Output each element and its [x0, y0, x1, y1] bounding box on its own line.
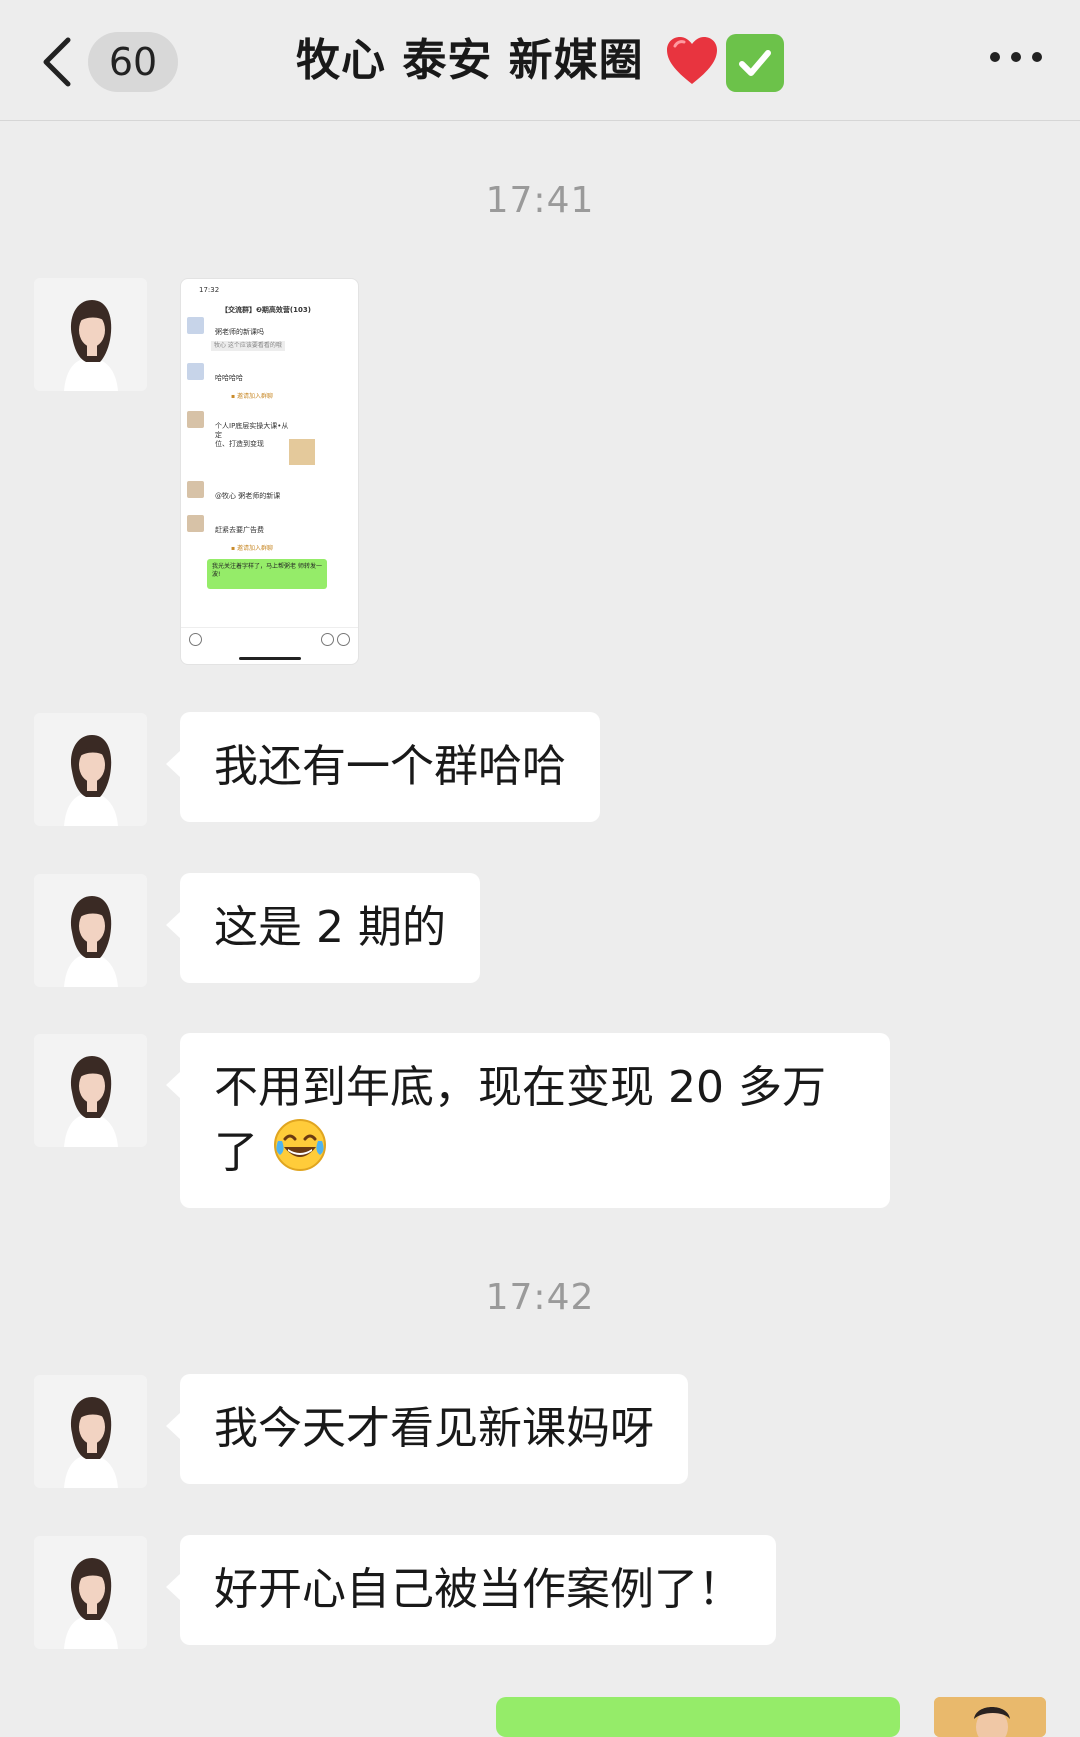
message-text: 我今天才看见新课妈呀 [214, 1403, 654, 1454]
chat-title: 牧心 泰安 新媒圈 [0, 28, 1080, 94]
message-bubble[interactable]: 不用到年底，现在变现 20 多万 了 [166, 1033, 890, 1208]
message-bubble[interactable]: 我还有一个群哈哈 [166, 712, 600, 822]
more-options-icon[interactable] [990, 52, 1042, 62]
message-bubble[interactable]: 这是 2 期的 [166, 873, 480, 983]
avatar[interactable] [34, 278, 147, 391]
thumb-line: 我光关注着字样了，马上帮粥老 [212, 563, 297, 570]
timestamp: 17:41 [485, 180, 595, 221]
message-bubble[interactable]: 我今天才看见新课妈呀 [166, 1374, 688, 1484]
avatar[interactable] [34, 1375, 147, 1488]
message-text-line: 了 [214, 1127, 258, 1178]
message-text: 好开心自己被当作案例了！ [214, 1564, 742, 1615]
message-text-line: 不用到年底，现在变现 20 多万 [214, 1062, 826, 1113]
message-text: 这是 2 期的 [214, 902, 446, 953]
thumb-line: 哈哈哈哈 [211, 371, 247, 386]
thumb-title: 【交流群】❷期高效营(103) [221, 306, 311, 314]
message-text: 我还有一个群哈哈 [214, 741, 566, 792]
avatar[interactable] [34, 874, 147, 987]
thumb-line: 粥老师的新课吗 [211, 325, 268, 340]
thumb-line: 牧心 这个应该要看看的哦 [211, 341, 285, 351]
thumb-line: 个人IP底层实操大课•从定 [215, 422, 289, 439]
message-bubble[interactable]: 好开心自己被当作案例了！ [166, 1535, 776, 1645]
chat-header: 60 牧心 泰安 新媒圈 [0, 0, 1080, 121]
my-avatar[interactable] [934, 1697, 1046, 1737]
green-check-icon [725, 34, 784, 92]
avatar[interactable] [34, 1536, 147, 1649]
timestamp: 17:42 [485, 1277, 595, 1318]
tears-of-joy-emoji-icon [274, 1119, 326, 1171]
chat-title-text: 牧心 泰安 新媒圈 [296, 35, 644, 86]
thumb-line: @牧心 粥老师的新课 [211, 489, 285, 504]
thumb-line: 位、打造到变现 [215, 440, 264, 448]
thumb-time: 17:32 [199, 286, 220, 294]
thumb-line: 赶紧去要广告费 [211, 523, 268, 538]
avatar[interactable] [34, 1034, 147, 1147]
red-heart-icon [666, 37, 717, 84]
image-message-thumbnail[interactable]: 17:32 【交流群】❷期高效营(103) 粥老师的新课吗 牧心 这个应该要看看… [180, 278, 359, 665]
outgoing-message-bubble[interactable] [496, 1697, 900, 1737]
avatar[interactable] [34, 713, 147, 826]
